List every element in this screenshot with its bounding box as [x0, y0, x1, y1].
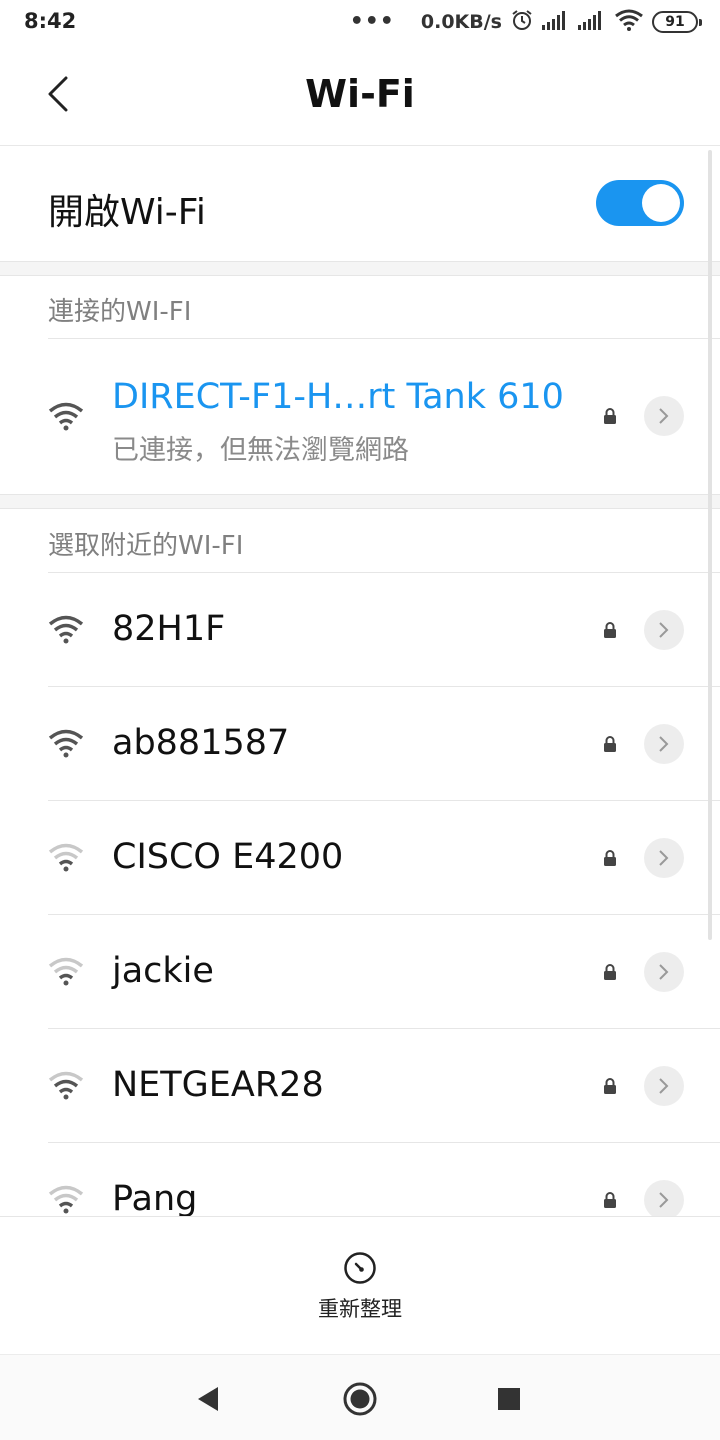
lock-icon: [604, 622, 616, 638]
network-details-button[interactable]: [644, 1180, 684, 1216]
wifi-signal-medium-icon: [48, 1071, 84, 1100]
network-details-button[interactable]: [644, 838, 684, 878]
network-details-button[interactable]: [644, 952, 684, 992]
wifi-signal-strong-icon: [48, 402, 84, 431]
nav-home-button[interactable]: [338, 1377, 382, 1421]
network-row[interactable]: NETGEAR28: [0, 1029, 720, 1143]
scrollbar[interactable]: [708, 150, 712, 940]
section-divider: [0, 261, 720, 276]
chevron-right-icon: [659, 1078, 669, 1094]
alarm-icon: [510, 8, 534, 36]
network-row[interactable]: ab881587: [0, 687, 720, 801]
wifi-toggle-row[interactable]: 開啟Wi-Fi: [0, 147, 720, 261]
network-details-button[interactable]: [644, 724, 684, 764]
wifi-toggle-label: 開啟Wi-Fi: [48, 192, 206, 233]
wifi-signal-weak-icon: [48, 1185, 84, 1214]
refresh-label: 重新整理: [318, 1297, 402, 1321]
chevron-right-icon: [659, 1192, 669, 1208]
cell-signal-icon: [542, 10, 570, 34]
network-name: CISCO E4200: [112, 837, 344, 877]
lock-icon: [604, 736, 616, 752]
bottom-action-bar: 重新整理: [0, 1216, 720, 1354]
battery-icon: 91: [652, 11, 702, 33]
lock-icon: [604, 408, 616, 424]
network-row[interactable]: 82H1F: [0, 573, 720, 687]
connected-network-name: DIRECT-F1-H…rt Tank 610: [112, 377, 564, 417]
connected-network-status: 已連接，但無法瀏覽網路: [112, 435, 409, 466]
connected-network-row[interactable]: DIRECT-F1-H…rt Tank 610 已連接，但無法瀏覽網路: [0, 339, 720, 494]
lock-icon: [604, 850, 616, 866]
refresh-icon: [344, 1252, 376, 1284]
section-divider: [0, 494, 720, 509]
network-name: ab881587: [112, 723, 290, 763]
status-bar: 8:42 ••• 0.0KB/s 91: [0, 0, 720, 44]
network-name: NETGEAR28: [112, 1065, 324, 1105]
network-details-button[interactable]: [644, 1066, 684, 1106]
wifi-toggle-switch[interactable]: [596, 180, 684, 226]
wifi-status-icon: [614, 9, 644, 35]
wifi-signal-strong-icon: [48, 615, 84, 644]
network-name: 82H1F: [112, 609, 226, 649]
network-name: Pang: [112, 1179, 198, 1216]
lock-icon: [604, 1078, 616, 1094]
refresh-button[interactable]: 重新整理: [300, 1247, 420, 1327]
network-row[interactable]: CISCO E4200: [0, 801, 720, 915]
status-time: 8:42: [24, 9, 77, 33]
chevron-right-icon: [659, 736, 669, 752]
network-speed: 0.0KB/s: [420, 11, 502, 33]
network-details-button[interactable]: [644, 610, 684, 650]
wifi-signal-weak-icon: [48, 843, 84, 872]
chevron-right-icon: [659, 964, 669, 980]
network-row[interactable]: jackie: [0, 915, 720, 1029]
wifi-signal-weak-icon: [48, 957, 84, 986]
network-details-button[interactable]: [644, 396, 684, 436]
circle-home-icon: [343, 1382, 377, 1416]
square-recents-icon: [498, 1388, 520, 1410]
page-title: Wi-Fi: [305, 72, 415, 116]
network-row[interactable]: Pang: [0, 1143, 720, 1216]
lock-icon: [604, 964, 616, 980]
nav-recents-button[interactable]: [487, 1377, 531, 1421]
wifi-signal-strong-icon: [48, 729, 84, 758]
system-nav-bar: [0, 1354, 720, 1440]
network-name: jackie: [112, 951, 214, 991]
nearby-section-header: 選取附近的WI-FI: [48, 531, 244, 561]
connected-section-header: 連接的WI-FI: [48, 297, 192, 327]
switch-knob: [642, 184, 680, 222]
app-header: Wi-Fi: [0, 44, 720, 146]
nav-back-button[interactable]: [186, 1377, 230, 1421]
more-notifications-icon: •••: [349, 9, 395, 34]
chevron-right-icon: [659, 850, 669, 866]
chevron-right-icon: [659, 622, 669, 638]
triangle-back-icon: [198, 1387, 218, 1411]
lock-icon: [604, 1192, 616, 1208]
cell-signal-2-icon: [578, 10, 606, 34]
chevron-right-icon: [659, 408, 669, 424]
status-icons: ••• 0.0KB/s 91: [349, 8, 702, 36]
